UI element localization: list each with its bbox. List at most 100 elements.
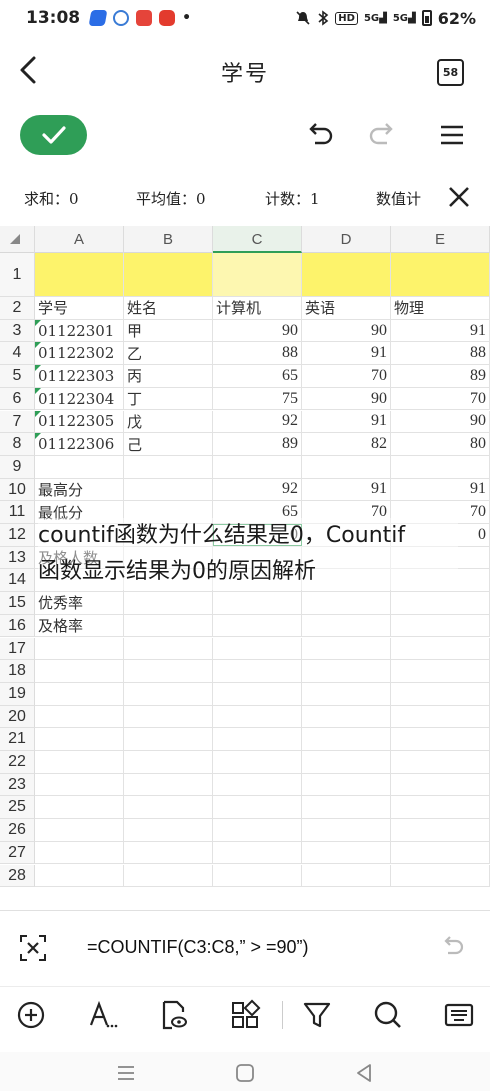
- cell-a5[interactable]: 01122303: [35, 365, 124, 387]
- cell-e22[interactable]: [391, 751, 490, 773]
- filter-icon[interactable]: [301, 999, 333, 1031]
- cell-c8[interactable]: 89: [213, 433, 302, 455]
- cell-e8[interactable]: 80: [391, 433, 490, 455]
- cell-e20[interactable]: [391, 705, 490, 728]
- cell-d4[interactable]: 91: [302, 342, 391, 365]
- cell-c22[interactable]: [213, 751, 302, 773]
- cell-a15[interactable]: 优秀率: [35, 592, 124, 614]
- row-header[interactable]: 25: [0, 796, 35, 820]
- nav-back-icon[interactable]: [353, 1062, 375, 1084]
- cell-c10[interactable]: 92: [213, 478, 302, 501]
- cell-d22[interactable]: [302, 751, 391, 773]
- row-header[interactable]: 7: [0, 410, 35, 434]
- cell-a25[interactable]: [35, 796, 124, 819]
- column-header-c[interactable]: C: [213, 226, 302, 253]
- cell-e6[interactable]: 70: [391, 387, 490, 410]
- cell-c15[interactable]: [213, 592, 302, 614]
- column-header-a[interactable]: A: [35, 226, 124, 253]
- cell-e9[interactable]: [391, 455, 490, 478]
- cell-d2[interactable]: 英语: [302, 297, 391, 319]
- cell-b20[interactable]: [124, 705, 213, 728]
- cell-a8[interactable]: 01122306: [35, 433, 124, 455]
- cell-d8[interactable]: 82: [302, 433, 391, 455]
- cell-b22[interactable]: [124, 751, 213, 773]
- cell-d18[interactable]: [302, 660, 391, 682]
- cell-e25[interactable]: [391, 796, 490, 819]
- cell-d6[interactable]: 90: [302, 387, 391, 410]
- cell-d23[interactable]: [302, 773, 391, 796]
- cell-b23[interactable]: [124, 773, 213, 796]
- cell-a17[interactable]: [35, 637, 124, 660]
- row-header[interactable]: 5: [0, 365, 35, 388]
- cell-c2[interactable]: 计算机: [213, 297, 302, 319]
- cell-e2[interactable]: 物理: [391, 297, 490, 319]
- search-icon[interactable]: [372, 999, 404, 1031]
- formula-icon[interactable]: [18, 933, 48, 963]
- cell-b7[interactable]: 戊: [124, 410, 213, 433]
- formula-input[interactable]: =COUNTIF(C3:C8,” > =90”): [87, 937, 309, 958]
- cell-b18[interactable]: [124, 660, 213, 682]
- cell-a22[interactable]: [35, 751, 124, 773]
- cell-e4[interactable]: 88: [391, 342, 490, 365]
- cell-e28[interactable]: [391, 864, 490, 887]
- confirm-button[interactable]: [20, 115, 87, 155]
- cell-d7[interactable]: 91: [302, 410, 391, 433]
- cell-d17[interactable]: [302, 637, 391, 660]
- select-all-corner[interactable]: [0, 226, 35, 253]
- cell-e10[interactable]: 91: [391, 478, 490, 501]
- row-header[interactable]: 10: [0, 478, 35, 502]
- row-header[interactable]: 28: [0, 864, 35, 888]
- cell-a4[interactable]: 01122302: [35, 342, 124, 365]
- row-header[interactable]: 4: [0, 342, 35, 366]
- cell-e26[interactable]: [391, 819, 490, 841]
- cell-b19[interactable]: [124, 682, 213, 705]
- cell-b27[interactable]: [124, 841, 213, 864]
- cell-a27[interactable]: [35, 841, 124, 864]
- text-format-icon[interactable]: [86, 999, 118, 1031]
- cell-b1[interactable]: [124, 253, 213, 296]
- row-header[interactable]: 13: [0, 546, 35, 570]
- cell-c6[interactable]: 75: [213, 387, 302, 410]
- home-icon[interactable]: [234, 1062, 256, 1084]
- cell-b10[interactable]: [124, 478, 213, 501]
- row-header[interactable]: 19: [0, 682, 35, 706]
- column-header-b[interactable]: B: [124, 226, 213, 253]
- cell-e27[interactable]: [391, 841, 490, 864]
- cell-a26[interactable]: [35, 819, 124, 841]
- cell-b16[interactable]: [124, 614, 213, 637]
- cell-c5[interactable]: 65: [213, 365, 302, 387]
- cell-e19[interactable]: [391, 682, 490, 705]
- cell-c26[interactable]: [213, 819, 302, 841]
- apps-grid-icon[interactable]: [229, 999, 261, 1031]
- row-header[interactable]: 16: [0, 614, 35, 638]
- cell-c16[interactable]: [213, 614, 302, 637]
- cell-d5[interactable]: 70: [302, 365, 391, 387]
- cell-c19[interactable]: [213, 682, 302, 705]
- cell-c20[interactable]: [213, 705, 302, 728]
- cell-e7[interactable]: 90: [391, 410, 490, 433]
- cell-d16[interactable]: [302, 614, 391, 637]
- redo-icon[interactable]: [369, 120, 399, 150]
- row-header[interactable]: 9: [0, 455, 35, 479]
- cell-b5[interactable]: 丙: [124, 365, 213, 387]
- cell-a20[interactable]: [35, 705, 124, 728]
- cell-e3[interactable]: 91: [391, 319, 490, 342]
- undo-icon[interactable]: [303, 120, 333, 150]
- row-header[interactable]: 27: [0, 841, 35, 865]
- menu-icon[interactable]: [437, 120, 467, 150]
- cell-a3[interactable]: 01122301: [35, 319, 124, 342]
- row-header[interactable]: 26: [0, 819, 35, 842]
- row-header[interactable]: 1: [0, 253, 35, 297]
- insert-icon[interactable]: [15, 999, 47, 1031]
- cell-c21[interactable]: [213, 728, 302, 750]
- cell-a28[interactable]: [35, 864, 124, 887]
- close-icon[interactable]: [446, 184, 472, 210]
- cell-d3[interactable]: 90: [302, 319, 391, 342]
- cell-c17[interactable]: [213, 637, 302, 660]
- cell-b26[interactable]: [124, 819, 213, 841]
- row-header[interactable]: 12: [0, 524, 35, 547]
- cell-a6[interactable]: 01122304: [35, 387, 124, 410]
- cell-e5[interactable]: 89: [391, 365, 490, 387]
- cell-d26[interactable]: [302, 819, 391, 841]
- cell-a23[interactable]: [35, 773, 124, 796]
